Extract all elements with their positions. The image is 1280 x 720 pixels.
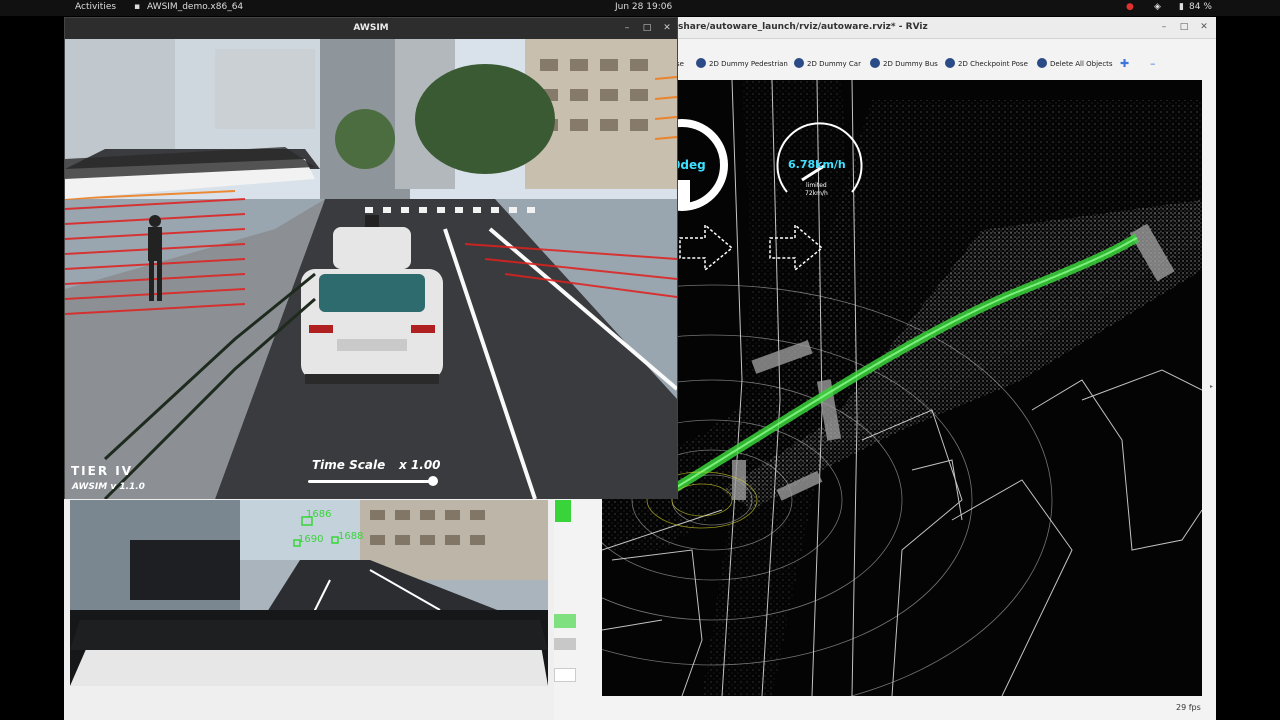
time-scale-slider[interactable]	[308, 480, 434, 483]
tool-dummy-bus[interactable]: 2D Dummy Bus	[870, 56, 938, 72]
tool-checkpoint-pose[interactable]: 2D Checkpoint Pose	[945, 56, 1028, 72]
awsim-window-title: AWSIM	[353, 23, 389, 33]
speed-limit-value: 72km/h	[805, 190, 828, 197]
battery-percent: 84 %	[1189, 2, 1212, 12]
simulation-view[interactable]: TIER IV AWSIM v 1.1.0 Time Scale x 1.00	[65, 39, 677, 499]
tool-dummy-car[interactable]: 2D Dummy Car	[794, 56, 861, 72]
tool-label: 2D Dummy Bus	[883, 60, 938, 68]
autoware-icon	[870, 58, 880, 68]
camera-image-view: 1686 1690 1688	[70, 500, 548, 686]
record-indicator-icon[interactable]: ●	[1126, 2, 1134, 12]
app-menu-icon: ▪	[134, 2, 141, 12]
minimize-icon[interactable]: –	[1158, 21, 1170, 33]
awsim-version: AWSIM v 1.1.0	[72, 482, 145, 492]
system-top-bar: Activities ▪ AWSIM_demo.x86_64 Jun 28 19…	[0, 0, 1280, 16]
rviz-3d-viewport[interactable]: 0deg 6.78km/h limited 72km/h	[602, 80, 1202, 696]
status-indicator-light-green	[554, 614, 576, 628]
tier-iv-logo: TIER IV	[71, 464, 134, 478]
activities-button[interactable]: Activities	[75, 2, 116, 12]
add-tool-icon[interactable]: ✚	[1120, 56, 1129, 72]
detection-label: 1690	[298, 534, 324, 545]
pointcloud-map	[602, 80, 1202, 696]
autoware-icon	[696, 58, 706, 68]
speed-text: 6.78km/h	[788, 158, 846, 171]
maximize-icon[interactable]: □	[1178, 21, 1190, 33]
autoware-icon	[1037, 58, 1047, 68]
tool-label: 2D Dummy Car	[807, 60, 861, 68]
detection-label: 1686	[306, 509, 332, 520]
toggle-switch[interactable]	[554, 638, 576, 650]
text-field[interactable]	[554, 668, 576, 682]
status-indicator-green	[555, 500, 571, 522]
remove-tool-icon[interactable]: –	[1150, 56, 1156, 72]
maximize-icon[interactable]: □	[641, 22, 653, 34]
network-icon[interactable]: ◈	[1154, 2, 1161, 12]
minimize-icon[interactable]: –	[621, 22, 633, 34]
time-scale-slider-handle[interactable]	[428, 476, 438, 486]
time-scale-value: x 1.00	[399, 458, 441, 472]
tool-delete-all-objects[interactable]: Delete All Objects	[1037, 56, 1113, 72]
tool-dummy-pedestrian[interactable]: 2D Dummy Pedestrian	[696, 56, 788, 72]
active-app-label[interactable]: AWSIM_demo.x86_64	[147, 2, 243, 12]
detection-label: 1688	[338, 531, 364, 542]
awsim-window: AWSIM – □ ✕ TIER IV AWSIM v 1.1.0 Time S…	[64, 17, 678, 499]
collapse-panel-icon[interactable]: ▸	[1210, 383, 1214, 390]
awsim-title-bar[interactable]: AWSIM – □ ✕	[65, 18, 677, 39]
rviz-side-panel: 1686 1690 1688	[64, 498, 576, 720]
autoware-icon	[945, 58, 955, 68]
rviz-window-title: share/autoware_launch/rviz/autoware.rviz…	[678, 22, 928, 32]
tool-label: 2D Checkpoint Pose	[958, 60, 1028, 68]
speed-limit-label: limited	[806, 182, 827, 189]
tool-label: 2D Dummy Pedestrian	[709, 60, 788, 68]
battery-icon[interactable]: ▮	[1179, 2, 1184, 12]
fps-counter: 29 fps	[1176, 703, 1201, 712]
close-icon[interactable]: ✕	[1198, 21, 1210, 33]
close-icon[interactable]: ✕	[661, 22, 673, 34]
tool-label: Delete All Objects	[1050, 60, 1113, 68]
time-scale-label: Time Scale	[312, 458, 386, 472]
clock[interactable]: Jun 28 19:06	[615, 2, 672, 12]
autoware-icon	[794, 58, 804, 68]
